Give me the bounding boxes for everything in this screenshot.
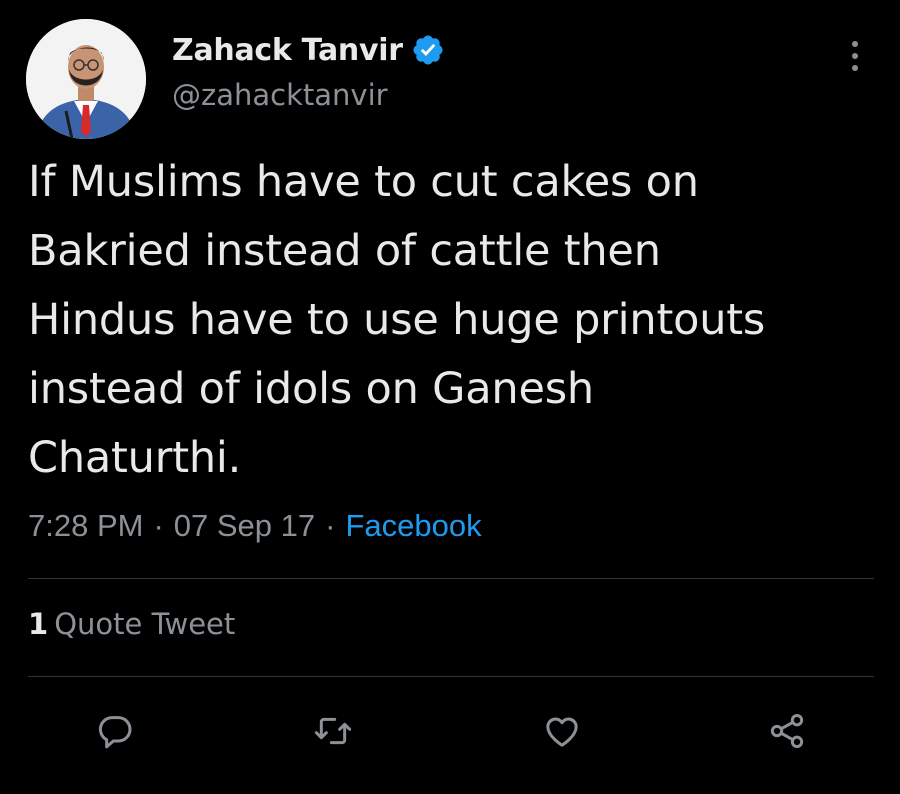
action-bar bbox=[0, 706, 900, 756]
reply-button[interactable] bbox=[90, 706, 140, 756]
tweet-source-link[interactable]: Facebook bbox=[345, 508, 481, 544]
name-row: Zahack Tanvir bbox=[172, 28, 445, 72]
verified-badge-icon bbox=[411, 33, 445, 67]
retweet-icon bbox=[314, 717, 352, 745]
quote-label: Quote Tweet bbox=[54, 607, 236, 641]
retweet-button[interactable] bbox=[308, 706, 358, 756]
reply-icon bbox=[98, 716, 132, 749]
share-icon bbox=[770, 714, 804, 748]
profile-photo-icon bbox=[26, 19, 146, 139]
tweet-date[interactable]: 07 Sep 17 bbox=[174, 508, 315, 544]
meta-separator: · bbox=[325, 508, 336, 543]
tweet: Zahack Tanvir @zahacktanvir If Muslims h… bbox=[0, 0, 900, 794]
like-button[interactable] bbox=[537, 706, 587, 756]
share-button[interactable] bbox=[762, 706, 812, 756]
divider bbox=[28, 676, 874, 677]
meta-separator: · bbox=[153, 508, 164, 543]
author-info[interactable]: Zahack Tanvir @zahacktanvir bbox=[172, 28, 445, 112]
tweet-metadata: 7:28 PM · 07 Sep 17 · Facebook bbox=[28, 508, 482, 544]
handle[interactable]: @zahacktanvir bbox=[172, 78, 445, 112]
tweet-text: If Muslims have to cut cakes on Bakried … bbox=[28, 157, 766, 483]
quote-count: 1 bbox=[28, 607, 49, 641]
quote-tweets-link[interactable]: 1 Quote Tweet bbox=[28, 607, 235, 641]
tweet-time[interactable]: 7:28 PM bbox=[28, 508, 143, 544]
more-options-icon[interactable] bbox=[840, 38, 870, 74]
display-name[interactable]: Zahack Tanvir bbox=[172, 33, 403, 68]
avatar[interactable] bbox=[26, 19, 146, 139]
divider bbox=[28, 578, 874, 579]
like-icon bbox=[546, 717, 578, 747]
